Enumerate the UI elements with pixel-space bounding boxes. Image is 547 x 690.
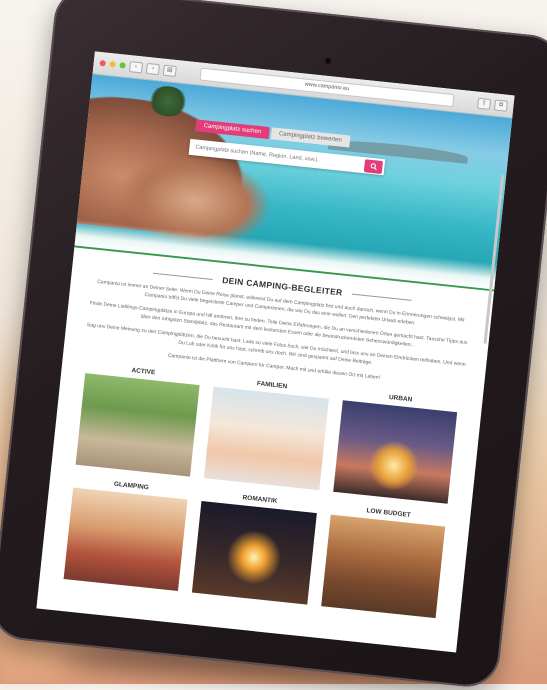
category-title: ROMANTIK bbox=[242, 493, 278, 505]
category-title: URBAN bbox=[388, 393, 413, 403]
category-card-romantik[interactable]: ROMANTIK bbox=[192, 490, 317, 605]
camp-cooking-photo bbox=[320, 514, 446, 618]
sidebar-icon[interactable]: ▤ bbox=[162, 64, 177, 77]
night-tent-photo bbox=[332, 399, 458, 504]
category-title: ACTIVE bbox=[131, 366, 156, 376]
maximize-window-icon[interactable] bbox=[119, 62, 126, 69]
category-card-low-budget[interactable]: LOW BUDGET bbox=[320, 503, 446, 618]
back-button[interactable]: ‹ bbox=[128, 60, 144, 73]
share-icon[interactable]: ⇧ bbox=[477, 97, 492, 110]
heading-line-right bbox=[352, 293, 413, 301]
search-button[interactable] bbox=[363, 158, 384, 174]
category-card-urban[interactable]: URBAN bbox=[332, 389, 458, 504]
category-title: GLAMPING bbox=[113, 480, 150, 491]
magnifier-icon bbox=[370, 162, 377, 170]
category-card-familien[interactable]: FAMILIEN bbox=[204, 375, 329, 490]
campfire-photo bbox=[192, 500, 317, 605]
tabs-icon[interactable]: ⧉ bbox=[493, 98, 509, 112]
family-tent-photo bbox=[204, 386, 329, 490]
close-window-icon[interactable] bbox=[99, 59, 107, 67]
category-title: FAMILIEN bbox=[256, 379, 288, 390]
tablet-screen: ‹ › ▤ www.campanio.eu ⇧ ⧉ Campingplatz s… bbox=[36, 51, 515, 653]
glamping-tent-photo bbox=[63, 487, 188, 591]
tab-campingplatz-bewerten[interactable]: Campingplatz bewerten bbox=[270, 127, 351, 148]
category-title: LOW BUDGET bbox=[366, 506, 412, 519]
heading-line-left bbox=[152, 272, 213, 280]
category-card-active[interactable]: ACTIVE bbox=[75, 362, 201, 477]
front-camera bbox=[324, 57, 332, 65]
forward-button[interactable]: › bbox=[145, 62, 160, 75]
intro-section: DEIN CAMPING-BEGLEITER Campanio ist imme… bbox=[40, 247, 494, 620]
hiking-photo bbox=[75, 372, 200, 477]
tablet-device: ‹ › ▤ www.campanio.eu ⇧ ⧉ Campingplatz s… bbox=[0, 0, 547, 690]
category-card-glamping[interactable]: GLAMPING bbox=[63, 476, 189, 591]
category-grid: ACTIVE FAMILIEN URBAN GLAMPING ROMANTIK bbox=[58, 361, 465, 618]
minimize-window-icon[interactable] bbox=[109, 61, 116, 68]
